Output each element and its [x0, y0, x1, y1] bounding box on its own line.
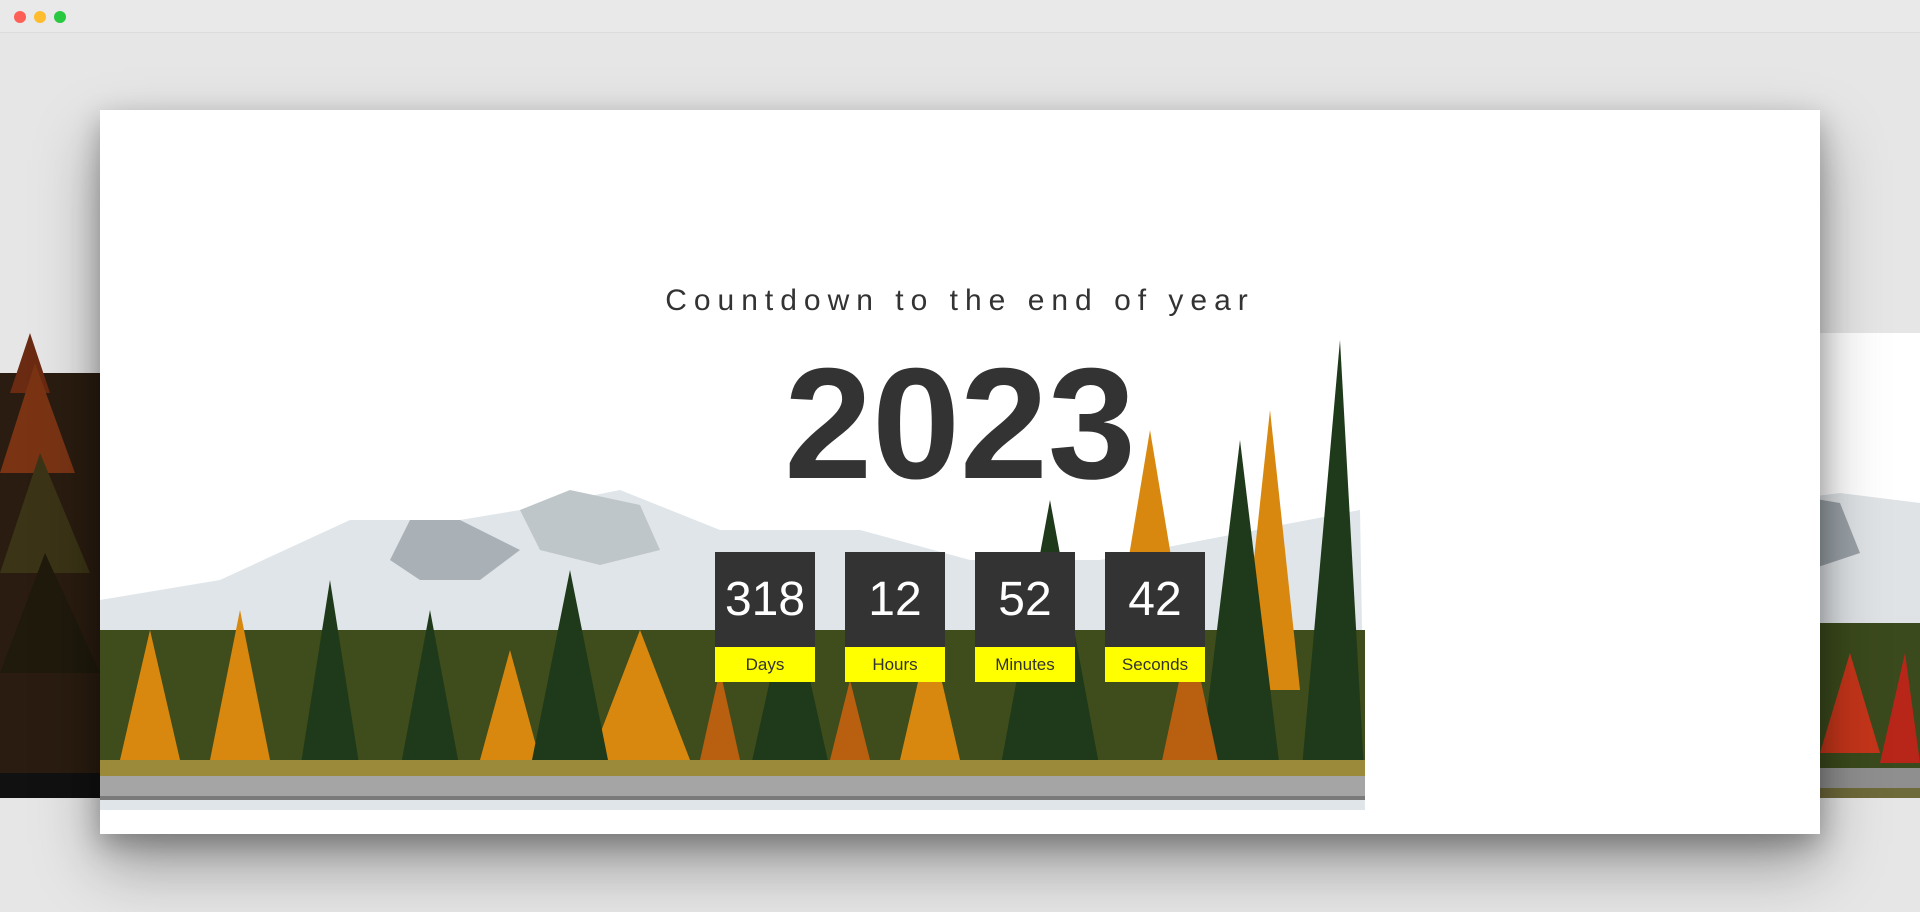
minimize-window-button[interactable] — [34, 11, 46, 23]
days-label: Days — [715, 647, 815, 682]
zoom-window-button[interactable] — [54, 11, 66, 23]
left-trees-image — [0, 333, 100, 798]
seconds-value: 42 — [1105, 552, 1205, 647]
countdown-hours: 12 Hours — [845, 552, 945, 682]
minutes-value: 52 — [975, 552, 1075, 647]
page-heading: Countdown to the end of year — [665, 284, 1255, 317]
countdown-minutes: 52 Minutes — [975, 552, 1075, 682]
seconds-label: Seconds — [1105, 647, 1205, 682]
hours-value: 12 — [845, 552, 945, 647]
target-year: 2023 — [784, 336, 1136, 512]
countdown-timer: 318 Days 12 Hours 52 Minutes 42 Seconds — [715, 552, 1215, 682]
page-viewport: Countdown to the end of year 2023 318 Da… — [0, 33, 1920, 912]
countdown-days: 318 Days — [715, 552, 815, 682]
countdown-card: Countdown to the end of year 2023 318 Da… — [100, 110, 1820, 834]
close-window-button[interactable] — [14, 11, 26, 23]
minutes-label: Minutes — [975, 647, 1075, 682]
window-titlebar — [0, 0, 1920, 33]
days-value: 318 — [715, 552, 815, 647]
hours-label: Hours — [845, 647, 945, 682]
countdown-seconds: 42 Seconds — [1105, 552, 1205, 682]
